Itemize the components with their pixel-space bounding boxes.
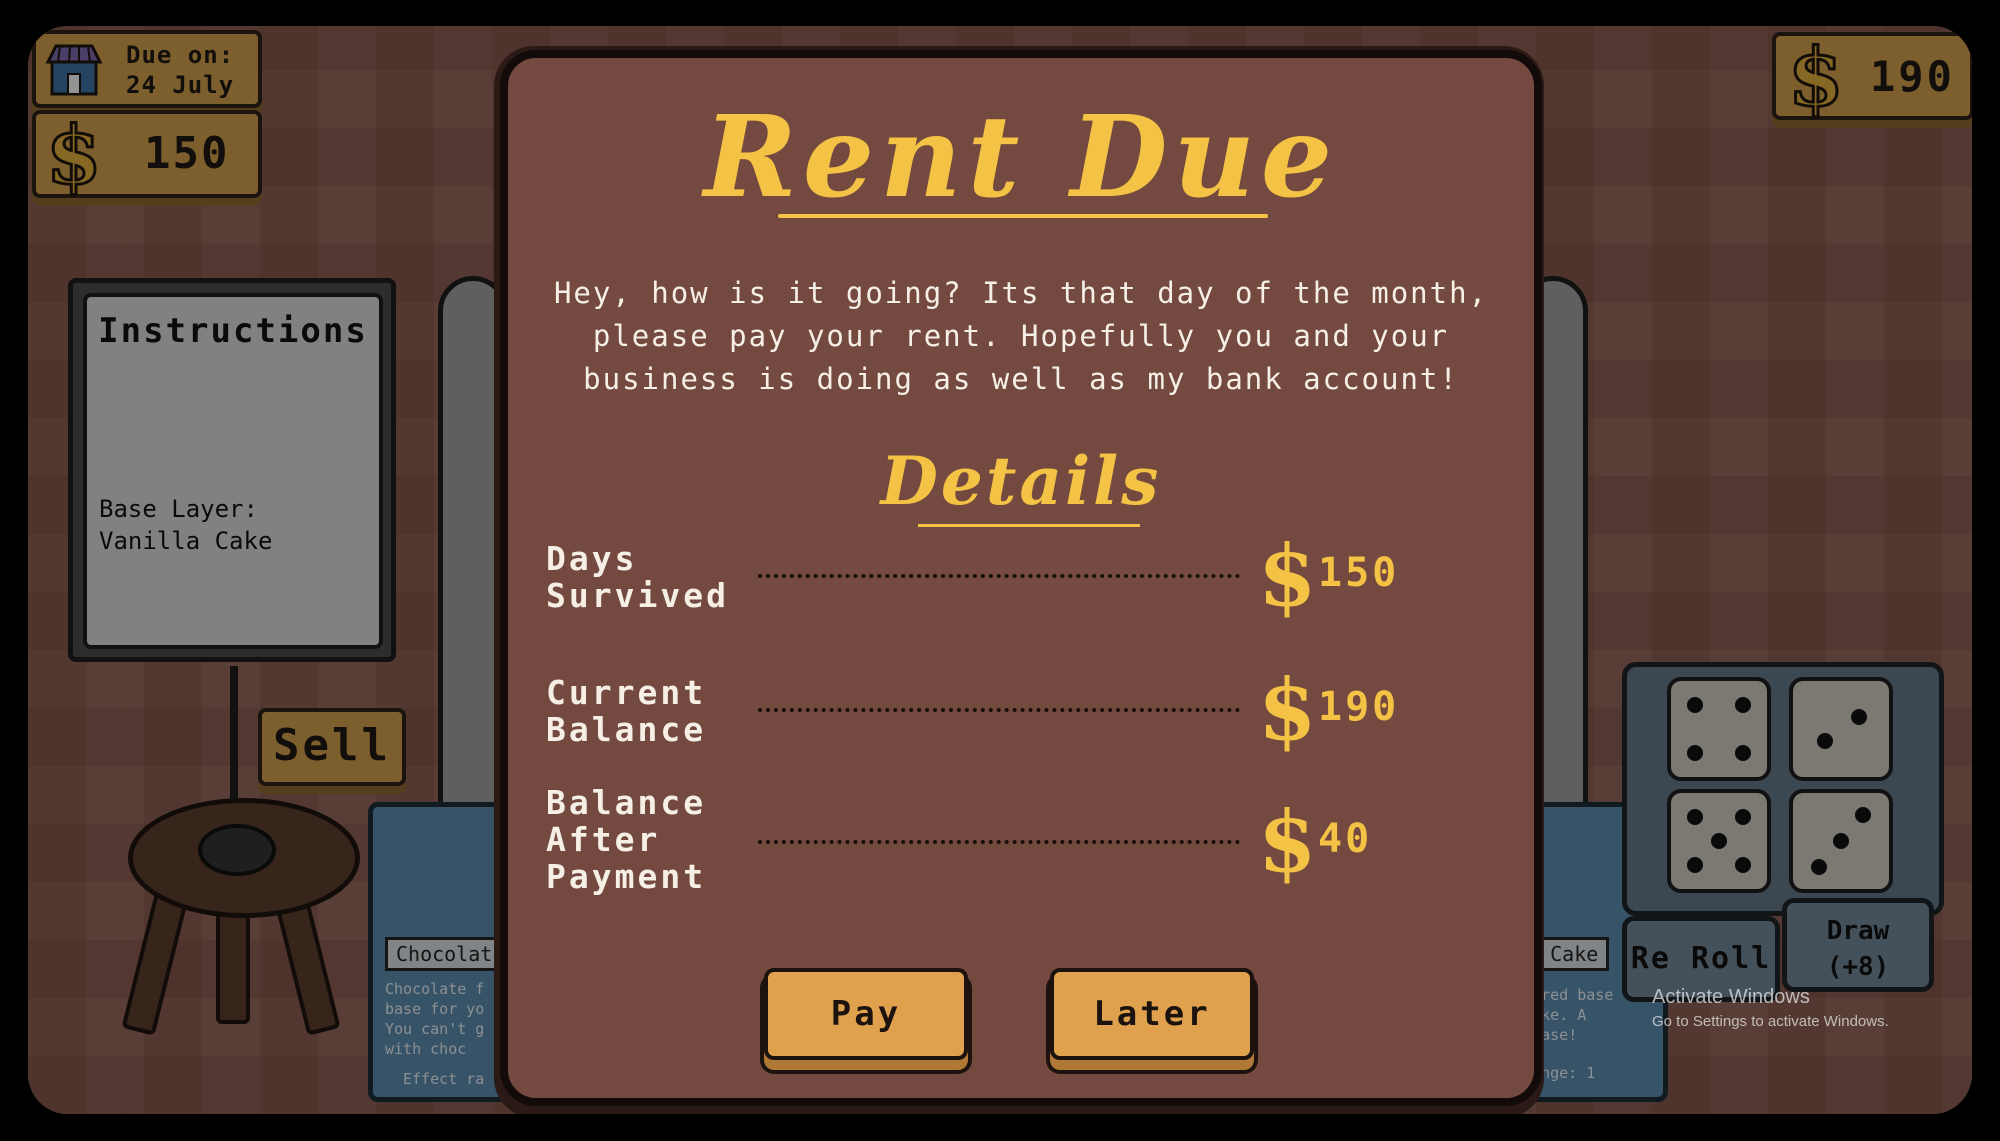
dotted-leader [758,574,1240,578]
later-button[interactable]: Later [1050,968,1254,1060]
detail-label: Balance After Payment [546,783,707,896]
dotted-leader [758,708,1240,712]
dialog-title: Rent Due [703,92,1339,223]
rent-due-dialog: Rent Due Hey, how is it going? Its that … [500,50,1542,1106]
landlord-message: Hey, how is it going? Its that day of th… [553,276,1489,396]
dollar-icon: $ [1258,660,1317,759]
pay-button[interactable]: Pay [764,968,968,1060]
dotted-leader [758,840,1240,844]
details-heading: Details [880,442,1162,520]
watermark-line-1: Activate Windows [1652,986,1810,1008]
detail-value: 150 [1318,550,1400,596]
detail-label: Days Survived [546,539,729,615]
dollar-icon: $ [1258,792,1317,891]
watermark-line-2: Go to Settings to activate Windows. [1652,1013,1889,1030]
activate-windows-watermark: Activate Windows Go to Settings to activ… [1652,986,1889,1030]
detail-value: 190 [1318,684,1400,730]
details-underline [918,524,1140,527]
detail-label: Current Balance [546,673,707,749]
dollar-icon: $ [1258,526,1317,625]
detail-value: 40 [1318,816,1373,862]
title-underline [778,214,1268,218]
game-screen: Due on: 24 July $ 150 $ 190 Instructions… [28,26,1972,1114]
